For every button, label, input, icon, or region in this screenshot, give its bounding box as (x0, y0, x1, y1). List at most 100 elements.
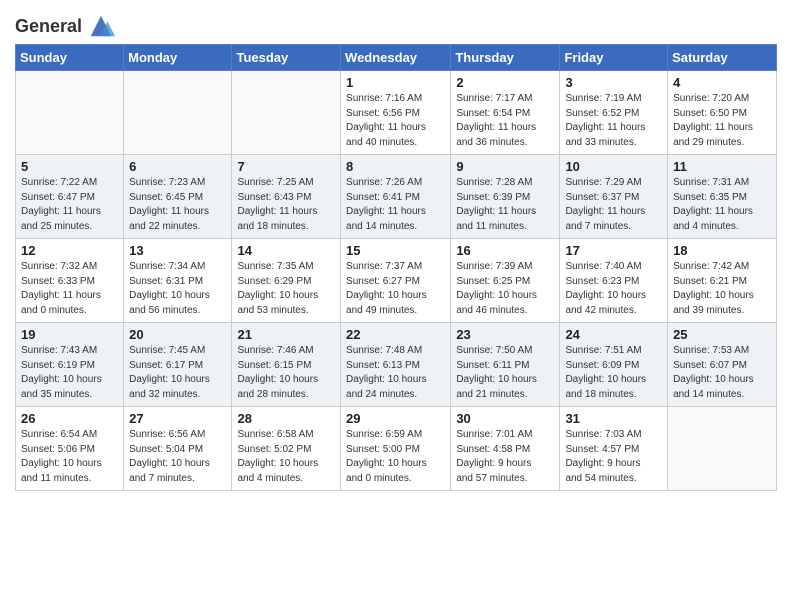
calendar-cell: 10 Sunrise: 7:29 AM Sunset: 6:37 PM Dayli… (560, 155, 668, 239)
calendar-week-5: 26 Sunrise: 6:54 AM Sunset: 5:06 PM Dayli… (16, 407, 777, 491)
day-info: Sunrise: 7:23 AM Sunset: 6:45 PM Dayligh… (129, 176, 226, 234)
logo-icon (87, 12, 115, 40)
day-number: 2 (456, 75, 554, 90)
calendar-cell: 1 Sunrise: 7:16 AM Sunset: 6:56 PM Daylig… (341, 71, 451, 155)
day-number: 21 (237, 327, 335, 342)
day-info: Sunrise: 7:34 AM Sunset: 6:31 PM Dayligh… (129, 260, 226, 318)
day-info: Sunrise: 7:35 AM Sunset: 6:29 PM Dayligh… (237, 260, 335, 318)
day-info: Sunrise: 7:19 AM Sunset: 6:52 PM Dayligh… (565, 92, 662, 150)
day-info: Sunrise: 7:17 AM Sunset: 6:54 PM Dayligh… (456, 92, 554, 150)
calendar-cell (124, 71, 232, 155)
day-info: Sunrise: 7:40 AM Sunset: 6:23 PM Dayligh… (565, 260, 662, 318)
calendar-header-monday: Monday (124, 45, 232, 71)
calendar-cell: 23Sunrise: 7:50 AM Sunset: 6:11 PM Dayli… (451, 323, 560, 407)
calendar-cell: 20 Sunrise: 7:45 AM Sunset: 6:17 PM Dayli… (124, 323, 232, 407)
day-info: Sunrise: 7:28 AM Sunset: 6:39 PM Dayligh… (456, 176, 554, 234)
day-info: Sunrise: 6:58 AM Sunset: 5:02 PM Dayligh… (237, 428, 335, 486)
day-info: Sunrise: 7:45 AM Sunset: 6:17 PM Dayligh… (129, 344, 226, 402)
day-info: Sunrise: 7:37 AM Sunset: 6:27 PM Dayligh… (346, 260, 445, 318)
calendar-cell: 2 Sunrise: 7:17 AM Sunset: 6:54 PM Daylig… (451, 71, 560, 155)
day-info: Sunrise: 7:26 AM Sunset: 6:41 PM Dayligh… (346, 176, 445, 234)
day-number: 14 (237, 243, 335, 258)
day-info: Sunrise: 6:56 AM Sunset: 5:04 PM Dayligh… (129, 428, 226, 486)
day-number: 31 (565, 411, 662, 426)
day-info: Sunrise: 7:43 AM Sunset: 6:19 PM Dayligh… (21, 344, 118, 402)
calendar-cell: 14 Sunrise: 7:35 AM Sunset: 6:29 PM Dayli… (232, 239, 341, 323)
calendar-cell: 22 Sunrise: 7:48 AM Sunset: 6:13 PM Dayli… (341, 323, 451, 407)
day-number: 29 (346, 411, 445, 426)
day-info: Sunrise: 7:20 AM Sunset: 6:50 PM Dayligh… (673, 92, 771, 150)
calendar-cell: 4Sunrise: 7:20 AM Sunset: 6:50 PM Daylig… (668, 71, 777, 155)
day-number: 8 (346, 159, 445, 174)
calendar-table: SundayMondayTuesdayWednesdayThursdayFrid… (15, 44, 777, 491)
calendar-cell: 6 Sunrise: 7:23 AM Sunset: 6:45 PM Daylig… (124, 155, 232, 239)
calendar-cell: 30Sunrise: 7:01 AM Sunset: 4:58 PM Dayli… (451, 407, 560, 491)
page: General SundayMondayTuesdayWednesdayThur… (0, 0, 792, 506)
calendar-header-saturday: Saturday (668, 45, 777, 71)
calendar-header-friday: Friday (560, 45, 668, 71)
day-number: 15 (346, 243, 445, 258)
day-info: Sunrise: 7:53 AM Sunset: 6:07 PM Dayligh… (673, 344, 771, 402)
day-info: Sunrise: 7:22 AM Sunset: 6:47 PM Dayligh… (21, 176, 118, 234)
calendar-cell: 31 Sunrise: 7:03 AM Sunset: 4:57 PM Dayli… (560, 407, 668, 491)
day-number: 20 (129, 327, 226, 342)
day-number: 26 (21, 411, 118, 426)
calendar-cell: 18 Sunrise: 7:42 AM Sunset: 6:21 PM Dayli… (668, 239, 777, 323)
day-info: Sunrise: 7:29 AM Sunset: 6:37 PM Dayligh… (565, 176, 662, 234)
calendar-cell: 17Sunrise: 7:40 AM Sunset: 6:23 PM Dayli… (560, 239, 668, 323)
day-info: Sunrise: 7:16 AM Sunset: 6:56 PM Dayligh… (346, 92, 445, 150)
day-number: 19 (21, 327, 118, 342)
day-info: Sunrise: 7:03 AM Sunset: 4:57 PM Dayligh… (565, 428, 662, 486)
calendar-cell (668, 407, 777, 491)
day-number: 10 (565, 159, 662, 174)
day-number: 23 (456, 327, 554, 342)
day-number: 9 (456, 159, 554, 174)
logo-general: General (15, 16, 82, 36)
calendar-cell: 29 Sunrise: 6:59 AM Sunset: 5:00 PM Dayli… (341, 407, 451, 491)
day-number: 22 (346, 327, 445, 342)
day-number: 11 (673, 159, 771, 174)
calendar-header-thursday: Thursday (451, 45, 560, 71)
calendar-week-3: 12 Sunrise: 7:32 AM Sunset: 6:33 PM Dayli… (16, 239, 777, 323)
calendar-cell: 16Sunrise: 7:39 AM Sunset: 6:25 PM Dayli… (451, 239, 560, 323)
calendar-cell: 27 Sunrise: 6:56 AM Sunset: 5:04 PM Dayli… (124, 407, 232, 491)
day-number: 13 (129, 243, 226, 258)
day-info: Sunrise: 7:01 AM Sunset: 4:58 PM Dayligh… (456, 428, 554, 486)
day-number: 18 (673, 243, 771, 258)
calendar-cell: 11 Sunrise: 7:31 AM Sunset: 6:35 PM Dayli… (668, 155, 777, 239)
day-info: Sunrise: 7:48 AM Sunset: 6:13 PM Dayligh… (346, 344, 445, 402)
day-info: Sunrise: 7:32 AM Sunset: 6:33 PM Dayligh… (21, 260, 118, 318)
day-number: 27 (129, 411, 226, 426)
calendar-week-4: 19 Sunrise: 7:43 AM Sunset: 6:19 PM Dayli… (16, 323, 777, 407)
day-number: 1 (346, 75, 445, 90)
day-number: 25 (673, 327, 771, 342)
day-info: Sunrise: 6:54 AM Sunset: 5:06 PM Dayligh… (21, 428, 118, 486)
calendar-cell (232, 71, 341, 155)
calendar-cell: 24 Sunrise: 7:51 AM Sunset: 6:09 PM Dayli… (560, 323, 668, 407)
day-info: Sunrise: 6:59 AM Sunset: 5:00 PM Dayligh… (346, 428, 445, 486)
calendar-header-wednesday: Wednesday (341, 45, 451, 71)
calendar-cell: 21 Sunrise: 7:46 AM Sunset: 6:15 PM Dayli… (232, 323, 341, 407)
day-info: Sunrise: 7:31 AM Sunset: 6:35 PM Dayligh… (673, 176, 771, 234)
day-number: 12 (21, 243, 118, 258)
day-info: Sunrise: 7:46 AM Sunset: 6:15 PM Dayligh… (237, 344, 335, 402)
day-info: Sunrise: 7:51 AM Sunset: 6:09 PM Dayligh… (565, 344, 662, 402)
logo-text: General (15, 14, 115, 36)
day-number: 28 (237, 411, 335, 426)
calendar-cell: 26 Sunrise: 6:54 AM Sunset: 5:06 PM Dayli… (16, 407, 124, 491)
calendar-cell: 19 Sunrise: 7:43 AM Sunset: 6:19 PM Dayli… (16, 323, 124, 407)
day-number: 6 (129, 159, 226, 174)
calendar-cell: 25 Sunrise: 7:53 AM Sunset: 6:07 PM Dayli… (668, 323, 777, 407)
calendar-cell: 9 Sunrise: 7:28 AM Sunset: 6:39 PM Daylig… (451, 155, 560, 239)
calendar-cell: 12 Sunrise: 7:32 AM Sunset: 6:33 PM Dayli… (16, 239, 124, 323)
calendar-cell: 8 Sunrise: 7:26 AM Sunset: 6:41 PM Daylig… (341, 155, 451, 239)
calendar-cell: 7Sunrise: 7:25 AM Sunset: 6:43 PM Daylig… (232, 155, 341, 239)
header: General (15, 10, 777, 36)
calendar-cell: 13 Sunrise: 7:34 AM Sunset: 6:31 PM Dayli… (124, 239, 232, 323)
day-number: 5 (21, 159, 118, 174)
day-number: 3 (565, 75, 662, 90)
calendar-header-sunday: Sunday (16, 45, 124, 71)
day-info: Sunrise: 7:42 AM Sunset: 6:21 PM Dayligh… (673, 260, 771, 318)
calendar-week-1: 1 Sunrise: 7:16 AM Sunset: 6:56 PM Daylig… (16, 71, 777, 155)
day-number: 24 (565, 327, 662, 342)
